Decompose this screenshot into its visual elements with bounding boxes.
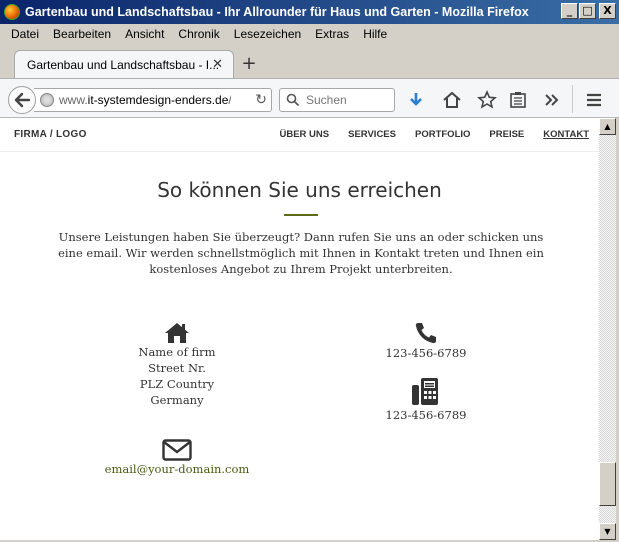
menu-lesezeichen[interactable]: Lesezeichen bbox=[227, 27, 308, 41]
vertical-scrollbar[interactable]: ▲ ▼ bbox=[599, 118, 616, 540]
scroll-down-arrow-icon[interactable]: ▼ bbox=[599, 523, 616, 540]
firefox-icon bbox=[4, 4, 20, 20]
menu-bearbeiten[interactable]: Bearbeiten bbox=[46, 27, 118, 41]
tab-title: Gartenbau und Landschaftsbau - I... bbox=[27, 58, 220, 72]
overflow-chevrons-icon[interactable] bbox=[541, 89, 563, 111]
address-line-1: Name of firm bbox=[138, 345, 216, 359]
nav-link-ueber-uns[interactable]: ÜBER UNS bbox=[279, 129, 329, 140]
nav-link-services[interactable]: SERVICES bbox=[348, 129, 396, 140]
fax-block: 123-456-6789 bbox=[371, 377, 481, 423]
email-link[interactable]: email@your-domain.com bbox=[96, 461, 258, 477]
intro-text: Unsere Leistungen haben Sie überzeugt? D… bbox=[58, 230, 544, 276]
address-line-3: PLZ Country bbox=[139, 377, 215, 391]
reading-list-icon[interactable] bbox=[507, 89, 529, 111]
bookmark-star-icon[interactable] bbox=[476, 89, 498, 111]
heading-divider bbox=[284, 214, 318, 216]
phone-number[interactable]: 123-456-6789 bbox=[371, 345, 481, 361]
envelope-icon bbox=[162, 439, 192, 461]
address-line-4: Germany bbox=[150, 393, 204, 407]
address-line-2: Street Nr. bbox=[148, 361, 206, 375]
download-icon[interactable] bbox=[405, 89, 427, 111]
search-icon bbox=[286, 93, 300, 107]
menu-hilfe[interactable]: Hilfe bbox=[356, 27, 394, 41]
menu-ansicht[interactable]: Ansicht bbox=[118, 27, 171, 41]
menu-extras[interactable]: Extras bbox=[308, 27, 356, 41]
window-controls: _ □ X bbox=[561, 3, 616, 19]
search-placeholder: Suchen bbox=[306, 93, 347, 107]
home-icon bbox=[165, 323, 189, 343]
url-text[interactable]: www.it-systemdesign-enders.de/m bbox=[59, 93, 231, 107]
page-heading: So können Sie uns erreichen bbox=[157, 178, 442, 202]
tab-strip: Gartenbau und Landschaftsbau - I... ✕ + bbox=[0, 44, 619, 79]
nav-link-kontakt[interactable]: KONTAKT bbox=[543, 129, 589, 140]
site-nav-links: ÜBER UNS SERVICES PORTFOLIO PREISE KONTA… bbox=[260, 129, 589, 140]
menu-datei[interactable]: Datei bbox=[4, 27, 46, 41]
fax-number[interactable]: 123-456-6789 bbox=[371, 407, 481, 423]
scrollbar-thumb[interactable] bbox=[599, 462, 616, 506]
globe-icon[interactable] bbox=[40, 93, 54, 107]
address-block: Name of firm Street Nr. PLZ Country Germ… bbox=[112, 322, 242, 408]
phone-icon bbox=[415, 323, 436, 344]
nav-link-preise[interactable]: PREISE bbox=[489, 129, 524, 140]
back-arrow-icon bbox=[14, 92, 31, 108]
window-titlebar: Gartenbau und Landschaftsbau - Ihr Allro… bbox=[0, 0, 619, 24]
email-block: email@your-domain.com bbox=[96, 439, 258, 477]
toolbar-separator bbox=[572, 85, 573, 113]
page-viewport: FIRMA / LOGO ÜBER UNS SERVICES PORTFOLIO… bbox=[0, 118, 599, 542]
maximize-button[interactable]: □ bbox=[579, 3, 596, 19]
fax-icon bbox=[412, 378, 438, 405]
reload-icon[interactable]: ↻ bbox=[255, 92, 267, 108]
search-bar[interactable]: Suchen bbox=[279, 88, 395, 112]
hamburger-menu-icon[interactable] bbox=[583, 89, 605, 111]
url-bar[interactable]: www.it-systemdesign-enders.de/m ↻ bbox=[34, 88, 272, 112]
url-suffix: /m bbox=[228, 93, 231, 107]
close-button[interactable]: X bbox=[599, 3, 616, 19]
nav-link-portfolio[interactable]: PORTFOLIO bbox=[415, 129, 470, 140]
back-button[interactable] bbox=[8, 86, 36, 114]
url-domain: it-systemdesign-enders.de bbox=[87, 93, 229, 107]
url-prefix: www. bbox=[59, 93, 88, 107]
menu-bar: Datei Bearbeiten Ansicht Chronik Lesezei… bbox=[0, 24, 619, 44]
navigation-toolbar: www.it-systemdesign-enders.de/m ↻ Suchen bbox=[0, 78, 619, 118]
site-logo[interactable]: FIRMA / LOGO bbox=[14, 129, 87, 140]
phone-block: 123-456-6789 bbox=[371, 321, 481, 361]
window-title: Gartenbau und Landschaftsbau - Ihr Allro… bbox=[25, 5, 529, 19]
menu-chronik[interactable]: Chronik bbox=[171, 27, 226, 41]
browser-tab[interactable]: Gartenbau und Landschaftsbau - I... ✕ bbox=[14, 50, 234, 79]
minimize-button[interactable]: _ bbox=[561, 3, 578, 19]
home-icon[interactable] bbox=[441, 89, 463, 111]
scroll-up-arrow-icon[interactable]: ▲ bbox=[599, 118, 616, 135]
site-navbar: FIRMA / LOGO ÜBER UNS SERVICES PORTFOLIO… bbox=[0, 118, 599, 152]
tab-close-icon[interactable]: ✕ bbox=[212, 57, 223, 72]
new-tab-button[interactable]: + bbox=[238, 53, 260, 75]
